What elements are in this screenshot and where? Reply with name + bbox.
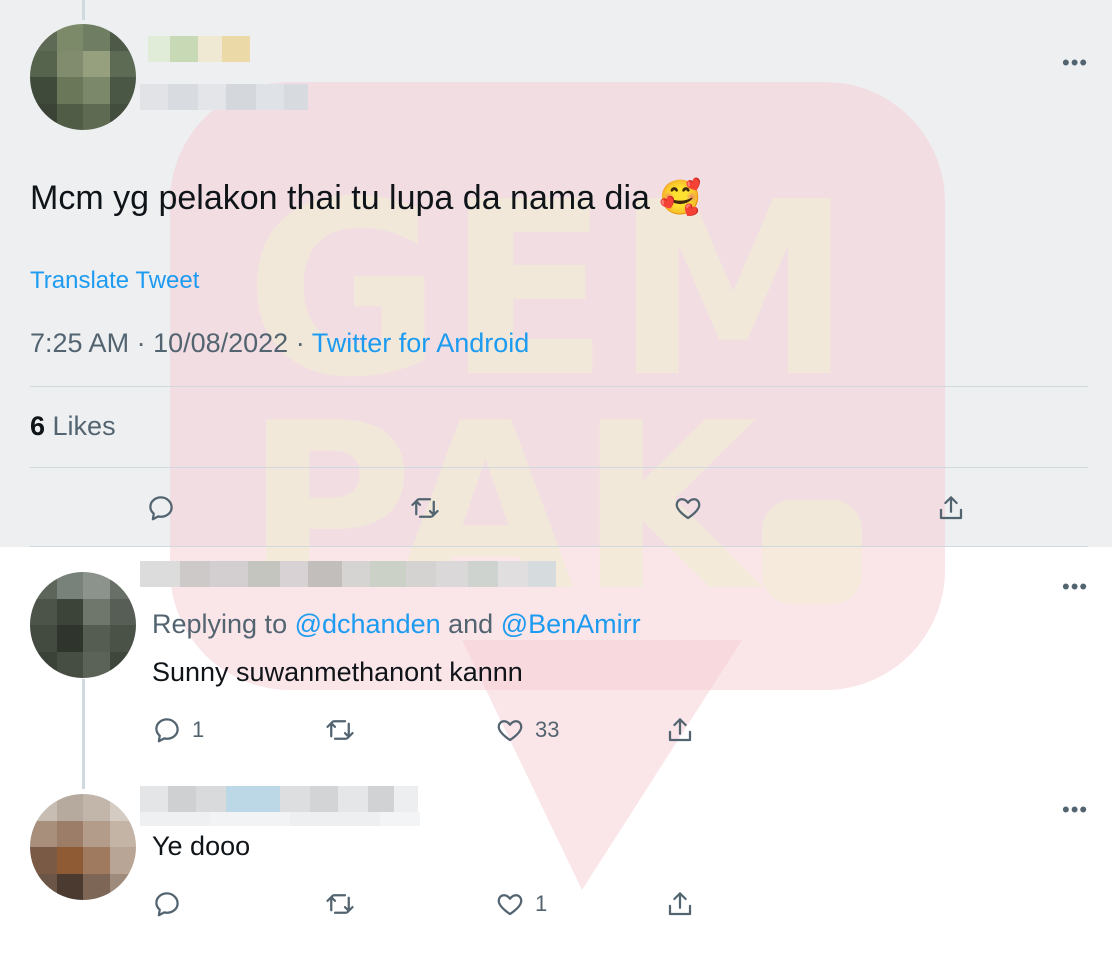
mention-link[interactable]: @dchanden xyxy=(295,609,441,639)
share-icon xyxy=(668,892,692,916)
replying-to-prefix: Replying to xyxy=(152,609,295,639)
replying-to-conjunction: and xyxy=(440,609,501,639)
thread-connector xyxy=(82,0,85,20)
retweet-icon xyxy=(326,720,354,740)
watermark-face-icon xyxy=(762,500,862,604)
retweet-button[interactable] xyxy=(325,715,355,745)
meta-separator: · xyxy=(129,328,154,358)
reply-button[interactable] xyxy=(152,889,182,919)
tweet-text-content: Mcm yg pelakon thai tu lupa da nama dia xyxy=(30,179,650,217)
tweet-source-link[interactable]: Twitter for Android xyxy=(312,328,530,358)
mention-link[interactable]: @BenAmirr xyxy=(501,609,641,639)
username-blurred xyxy=(140,812,420,826)
retweet-icon xyxy=(326,894,354,914)
like-count: 33 xyxy=(535,717,560,742)
avatar[interactable] xyxy=(30,794,136,900)
share-button[interactable] xyxy=(936,493,966,523)
heart-icon xyxy=(497,720,523,742)
avatar[interactable] xyxy=(30,24,136,130)
retweet-button[interactable] xyxy=(325,889,355,919)
avatar[interactable] xyxy=(30,572,136,678)
share-button[interactable] xyxy=(665,889,695,919)
retweet-icon xyxy=(411,498,439,518)
reply-icon xyxy=(155,718,179,743)
username-blurred xyxy=(140,84,308,110)
likes-label: Likes xyxy=(45,411,116,441)
likes-count: 6 xyxy=(30,411,46,441)
tweet-date[interactable]: 10/08/2022 xyxy=(153,328,288,358)
reply-icon xyxy=(155,892,179,917)
more-options-icon[interactable]: ••• xyxy=(1062,799,1088,821)
reply-text: Sunny suwanmethanont kannn xyxy=(152,657,523,687)
more-options-icon[interactable]: ••• xyxy=(1062,576,1088,598)
reply-button[interactable] xyxy=(146,493,176,523)
share-icon xyxy=(939,496,963,520)
thread-connector xyxy=(82,679,85,789)
likes-count-link[interactable]: 6 Likes xyxy=(30,411,116,442)
tweet-time[interactable]: 7:25 AM xyxy=(30,328,129,358)
retweet-button[interactable] xyxy=(410,493,440,523)
like-button[interactable]: 33 xyxy=(495,715,559,745)
like-button[interactable]: 1 xyxy=(495,889,547,919)
replying-to: Replying to @dchanden and @BenAmirr xyxy=(152,609,641,640)
divider xyxy=(30,546,1088,547)
display-name-blurred xyxy=(148,36,250,62)
tweet-metadata: 7:25 AM · 10/08/2022 · Twitter for Andro… xyxy=(30,328,529,359)
translate-tweet-link[interactable]: Translate Tweet xyxy=(30,267,199,295)
like-count: 1 xyxy=(535,891,548,916)
reply-icon xyxy=(149,496,173,521)
reply-button[interactable]: 1 xyxy=(152,715,204,745)
tweet-text: Mcm yg pelakon thai tu lupa da nama dia … xyxy=(30,178,702,218)
heart-icon xyxy=(497,894,523,916)
reply-text: Ye dooo xyxy=(152,831,251,861)
heart-icon xyxy=(675,498,701,520)
share-icon xyxy=(668,718,692,742)
smiling-face-hearts-icon: 🥰 xyxy=(659,179,702,217)
divider xyxy=(30,467,1088,468)
like-button[interactable] xyxy=(673,493,703,523)
reply-count: 1 xyxy=(192,717,205,742)
more-options-icon[interactable]: ••• xyxy=(1062,52,1088,74)
display-name-blurred xyxy=(140,561,556,587)
share-button[interactable] xyxy=(665,715,695,745)
display-name-blurred xyxy=(140,786,418,812)
meta-separator: · xyxy=(288,328,312,358)
divider xyxy=(30,386,1088,387)
